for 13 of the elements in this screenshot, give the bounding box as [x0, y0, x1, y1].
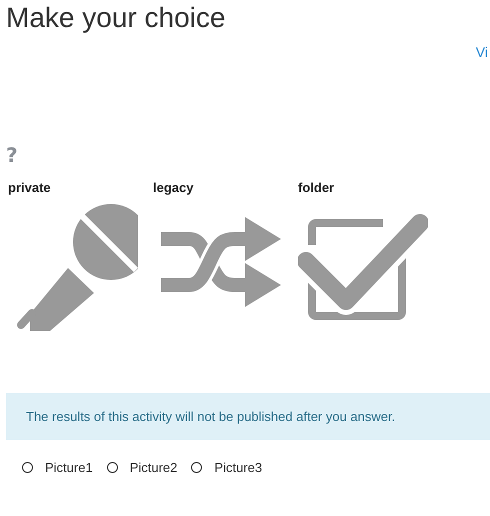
question-text: ?: [6, 143, 18, 167]
notice-text: The results of this activity will not be published after you answer.: [26, 409, 396, 424]
radio-option[interactable]: Picture2: [106, 460, 178, 475]
page-title: Make your choice: [5, 1, 226, 35]
choice-label: folder: [298, 179, 334, 197]
choice-label: private: [8, 179, 51, 197]
radio-button[interactable]: [191, 462, 202, 473]
choice-label: legacy: [153, 179, 194, 197]
radio-button[interactable]: [106, 462, 118, 473]
view-link[interactable]: Vi: [476, 44, 488, 68]
radio-option[interactable]: Picture1: [22, 460, 93, 475]
radio-option[interactable]: Picture3: [191, 460, 262, 475]
radio-button[interactable]: [22, 462, 33, 473]
